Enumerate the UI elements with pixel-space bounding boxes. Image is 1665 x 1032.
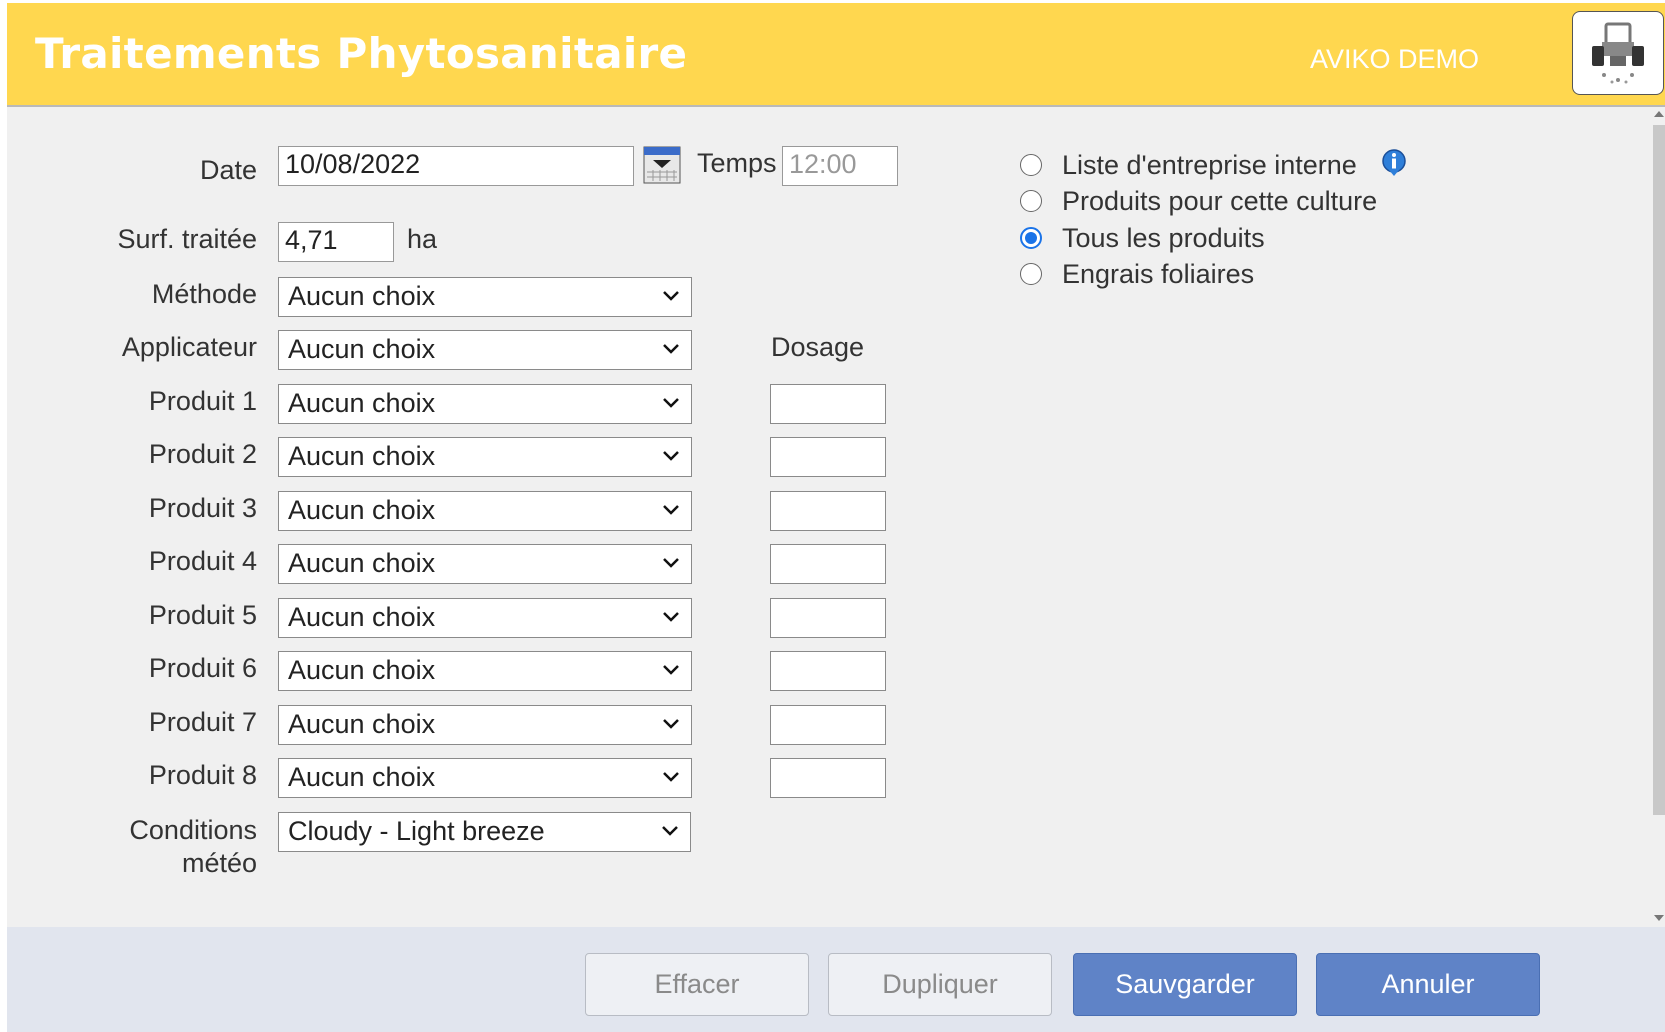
- product-label: Produit 5: [148, 600, 257, 630]
- applicator-label: Applicateur: [121, 332, 257, 362]
- time-input[interactable]: 12:00: [782, 146, 898, 186]
- duplicate-button[interactable]: Dupliquer: [828, 953, 1052, 1016]
- product-select[interactable]: Aucun choix: [278, 384, 692, 424]
- product-select-value: Aucun choix: [288, 388, 436, 418]
- dosage-input[interactable]: [770, 705, 886, 745]
- product-label: Produit 8: [148, 760, 257, 790]
- product-select-value: Aucun choix: [288, 762, 436, 792]
- radio-option-crop-products[interactable]: Produits pour cette culture: [1020, 185, 1377, 217]
- chevron-down-icon: [663, 398, 679, 408]
- product-select[interactable]: Aucun choix: [278, 758, 692, 798]
- product-select[interactable]: Aucun choix: [278, 437, 692, 477]
- calendar-icon[interactable]: [643, 146, 681, 184]
- page-title: Traitements Phytosanitaire: [35, 29, 688, 78]
- chevron-down-icon: [663, 505, 679, 515]
- method-label: Méthode: [151, 279, 257, 309]
- chevron-down-icon: [663, 291, 679, 301]
- info-icon[interactable]: [1379, 147, 1409, 177]
- dosage-input[interactable]: [770, 437, 886, 477]
- radio-option-label: Tous les produits: [1062, 222, 1265, 253]
- chevron-down-icon: [662, 826, 678, 836]
- chevron-down-icon: [663, 665, 679, 675]
- scroll-up-arrow-icon[interactable]: [1654, 111, 1664, 117]
- chevron-down-icon: [663, 344, 679, 354]
- surface-unit: ha: [407, 224, 438, 254]
- dosage-input[interactable]: [770, 544, 886, 584]
- date-label: Date: [199, 155, 257, 185]
- chevron-down-icon: [663, 719, 679, 729]
- chevron-down-icon: [663, 772, 679, 782]
- radio-option-label: Liste d'entreprise interne: [1062, 149, 1357, 180]
- method-select[interactable]: Aucun choix: [278, 277, 692, 317]
- clear-button[interactable]: Effacer: [585, 953, 809, 1016]
- chevron-down-icon: [663, 451, 679, 461]
- weather-select-value: Cloudy - Light breeze: [288, 816, 545, 846]
- product-label: Produit 7: [148, 707, 257, 737]
- dosage-input[interactable]: [770, 598, 886, 638]
- product-select[interactable]: Aucun choix: [278, 598, 692, 638]
- product-label: Produit 3: [148, 493, 257, 523]
- product-select-value: Aucun choix: [288, 441, 436, 471]
- dialog-footer: Effacer Dupliquer Sauvgarder Annuler: [7, 927, 1665, 1032]
- vertical-scrollbar[interactable]: [1653, 107, 1665, 927]
- product-select-value: Aucun choix: [288, 655, 436, 685]
- radio-option-internal-list[interactable]: Liste d'entreprise interne: [1020, 149, 1357, 181]
- radio-button[interactable]: [1020, 263, 1042, 285]
- date-input[interactable]: 10/08/2022: [278, 146, 634, 186]
- product-select[interactable]: Aucun choix: [278, 544, 692, 584]
- method-select-value: Aucun choix: [288, 281, 436, 311]
- scrollbar-thumb[interactable]: [1653, 125, 1665, 815]
- chevron-down-icon: [663, 612, 679, 622]
- product-select[interactable]: Aucun choix: [278, 491, 692, 531]
- weather-label-line1: Conditions: [129, 815, 257, 845]
- weather-label: Conditions météo: [129, 814, 257, 880]
- dosage-input[interactable]: [770, 758, 886, 798]
- weather-select[interactable]: Cloudy - Light breeze: [278, 812, 691, 852]
- time-label: Temps: [697, 148, 777, 178]
- radio-button[interactable]: [1020, 190, 1042, 212]
- product-select-value: Aucun choix: [288, 602, 436, 632]
- scroll-down-arrow-icon[interactable]: [1654, 915, 1664, 921]
- radio-option-all-products[interactable]: Tous les produits: [1020, 222, 1265, 254]
- applicator-select[interactable]: Aucun choix: [278, 330, 692, 370]
- form-area: Date 10/08/2022 Temps 12:00 Surf. traité…: [7, 107, 1665, 927]
- save-button[interactable]: Sauvgarder: [1073, 953, 1297, 1016]
- dosage-header: Dosage: [771, 332, 865, 362]
- dialog-header: Traitements Phytosanitaire AVIKO DEMO: [7, 3, 1665, 107]
- tractor-icon[interactable]: [1572, 11, 1664, 95]
- product-select-value: Aucun choix: [288, 548, 436, 578]
- cancel-button[interactable]: Annuler: [1316, 953, 1540, 1016]
- dosage-input[interactable]: [770, 384, 886, 424]
- radio-option-foliar-fertilizers[interactable]: Engrais foliaires: [1020, 258, 1254, 290]
- company-name: AVIKO DEMO: [1309, 44, 1479, 74]
- surface-input[interactable]: 4,71: [278, 222, 394, 262]
- product-select-value: Aucun choix: [288, 495, 436, 525]
- radio-option-label: Produits pour cette culture: [1062, 185, 1378, 216]
- radio-button[interactable]: [1020, 154, 1042, 176]
- surface-label: Surf. traitée: [117, 224, 257, 254]
- radio-button-checked[interactable]: [1020, 227, 1042, 249]
- weather-label-line2: météo: [181, 848, 257, 878]
- product-select-value: Aucun choix: [288, 709, 436, 739]
- dosage-input[interactable]: [770, 651, 886, 691]
- radio-option-label: Engrais foliaires: [1062, 258, 1255, 289]
- product-label: Produit 4: [148, 546, 257, 576]
- chevron-down-icon: [663, 558, 679, 568]
- product-select[interactable]: Aucun choix: [278, 651, 692, 691]
- product-label: Produit 2: [148, 439, 257, 469]
- treatment-dialog: Traitements Phytosanitaire AVIKO DEMO Da…: [7, 3, 1665, 1032]
- product-label: Produit 6: [148, 653, 257, 683]
- product-select[interactable]: Aucun choix: [278, 705, 692, 745]
- dosage-input[interactable]: [770, 491, 886, 531]
- product-label: Produit 1: [148, 386, 257, 416]
- applicator-select-value: Aucun choix: [288, 334, 436, 364]
